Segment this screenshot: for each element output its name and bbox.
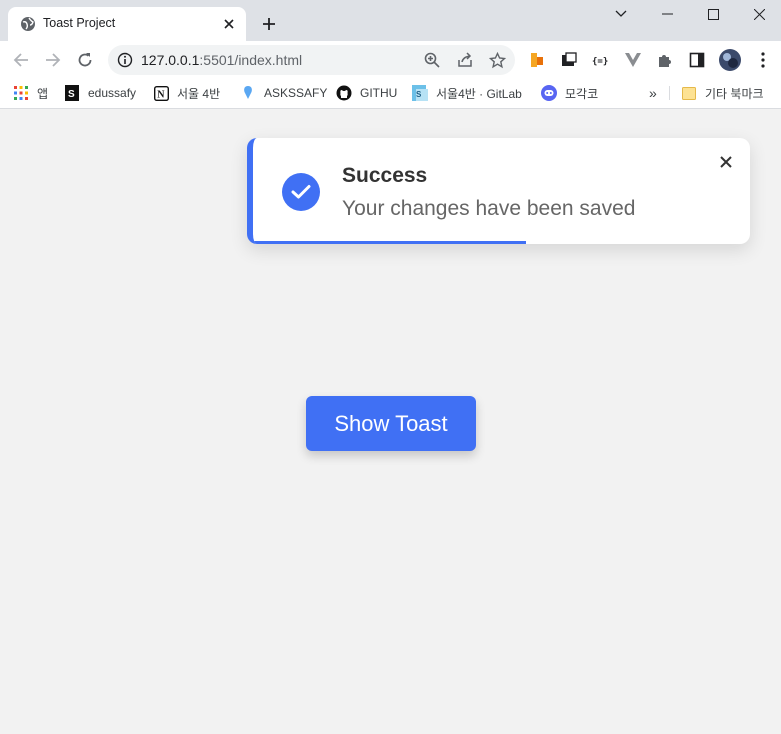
bookmark-notion[interactable]: N 서울 4반 [153,82,220,104]
bookmark-label: 서울4반 · GitLab [436,86,522,101]
url-path: :5501/index.html [199,52,303,68]
zoom-icon[interactable] [423,51,441,69]
bookmark-github[interactable]: GITHU [336,82,397,104]
svg-text:{=}: {=} [592,57,608,67]
window-close-icon[interactable] [736,0,781,28]
edussafy-icon: S [64,85,80,101]
tab-close-icon[interactable] [220,15,238,33]
extension-vue-icon[interactable] [623,50,643,70]
globe-icon [20,16,36,32]
extension-flag-icon[interactable] [527,50,547,70]
new-tab-icon[interactable] [258,13,280,35]
svg-text:S: S [416,90,422,99]
browser-toolbar: 127.0.0.1:5501/index.html {=} [0,41,781,79]
tab-search-chevron-icon[interactable] [598,0,644,28]
bookmark-label: edussafy [88,86,137,100]
bookmark-askssafy[interactable]: ASKSSAFY [240,82,327,104]
notion-icon: N [153,85,169,101]
bookmark-gitlab[interactable]: S 서울4반 · GitLab [412,82,522,104]
overflow-chevron-icon: » [649,85,657,101]
extension-json-icon[interactable]: {=} [591,50,611,70]
bookmark-label: 기타 북마크 [705,86,764,101]
page-content: Success Your changes have been saved Sho… [0,110,781,734]
svg-text:S: S [68,89,75,100]
bookmark-star-icon[interactable] [488,51,506,69]
chrome-menu-icon[interactable] [753,50,773,70]
toast-progress-bar [253,241,527,244]
check-circle-icon [282,173,320,211]
toast-message: Your changes have been saved [342,197,636,220]
toast-notification: Success Your changes have been saved [247,138,750,244]
extension-terminal-icon[interactable] [559,50,579,70]
pin-icon [240,85,256,101]
reload-icon[interactable] [73,48,97,72]
tab-bar: Toast Project [0,0,781,41]
forward-arrow-icon[interactable] [41,48,65,72]
bookmark-label: 서울 4반 [177,86,221,101]
bookmark-edussafy[interactable]: S edussafy [64,82,136,104]
apps-grid-icon [13,85,29,101]
discord-icon [541,85,557,101]
address-bar[interactable]: 127.0.0.1:5501/index.html [108,45,515,75]
maximize-icon[interactable] [690,0,736,28]
extensions-puzzle-icon[interactable] [655,50,675,70]
browser-tab[interactable]: Toast Project [8,7,246,41]
github-icon [336,85,352,101]
minimize-icon[interactable] [644,0,690,28]
side-panel-icon[interactable] [687,50,707,70]
svg-text:N: N [157,89,165,100]
bookmarks-bar: 앱 S edussafy N 서울 4반 ASKSSAFY GITHU S 서울… [0,79,781,109]
bookmark-apps[interactable]: 앱 [13,82,48,104]
show-toast-button[interactable]: Show Toast [306,396,476,451]
bookmarks-overflow-button[interactable]: » [649,82,657,104]
bookmark-label: GITHU [360,86,398,100]
gitlab-icon: S [412,85,428,101]
bookmark-label: 모각코 [565,86,599,101]
folder-icon [681,85,697,101]
toast-progress-track [253,241,750,244]
url-host: 127.0.0.1 [141,52,200,68]
url-text: 127.0.0.1:5501/index.html [141,52,302,68]
bookmark-other-folder[interactable]: 기타 북마크 [681,82,764,104]
bookmarks-divider [669,86,670,100]
toast-title: Success [342,164,428,187]
toast-close-icon[interactable] [716,152,736,172]
share-icon[interactable] [456,51,474,69]
site-info-icon[interactable] [117,52,133,68]
bookmark-discord[interactable]: 모각코 [541,82,598,104]
profile-avatar[interactable] [718,48,742,72]
bookmark-label: ASKSSAFY [264,86,328,100]
bookmark-label: 앱 [37,86,49,101]
tab-title: Toast Project [43,16,116,30]
back-arrow-icon[interactable] [9,48,33,72]
